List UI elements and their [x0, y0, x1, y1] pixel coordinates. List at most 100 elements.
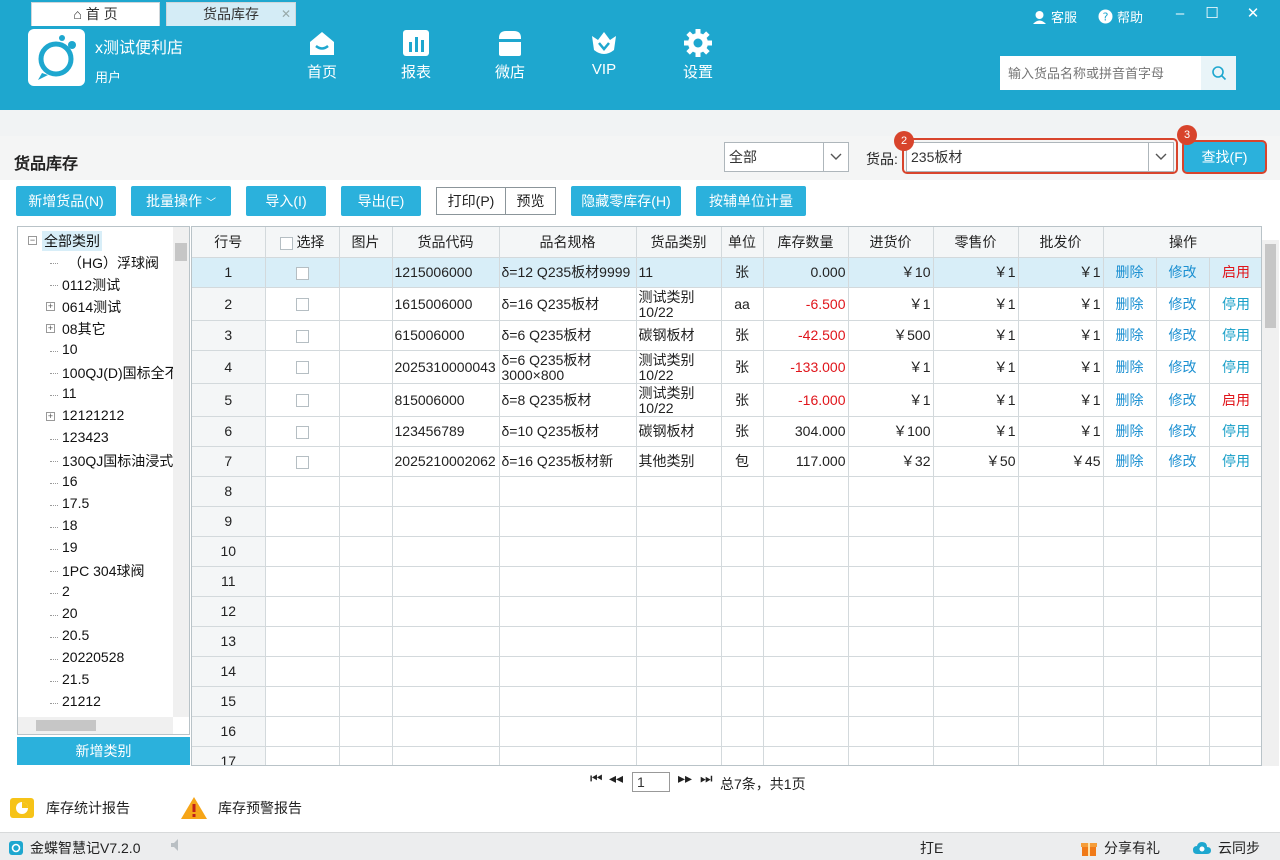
goods-search-input[interactable]: [1000, 56, 1201, 90]
row-checkbox[interactable]: [295, 361, 309, 375]
aux-unit-button[interactable]: 按辅单位计量: [696, 186, 806, 216]
find-button[interactable]: 查找(F): [1182, 140, 1267, 174]
tree-item[interactable]: 10: [62, 341, 78, 357]
toggle-status-link[interactable]: 停用: [1209, 320, 1261, 351]
maximize-button[interactable]: ☐: [1202, 4, 1222, 24]
select-cell[interactable]: [265, 257, 340, 288]
tree-item[interactable]: 130QJ国标油浸式: [62, 451, 173, 471]
tree-item[interactable]: 20.5: [62, 627, 89, 643]
tree-item[interactable]: （HG）浮球阀: [68, 253, 159, 273]
tree-item[interactable]: 0614测试: [62, 297, 121, 317]
tree-item[interactable]: 100QJ(D)国标全不: [62, 363, 179, 383]
cloud-sync-button[interactable]: 云同步: [1192, 838, 1260, 858]
toggle-status-link[interactable]: 停用: [1209, 287, 1261, 321]
nav-vip[interactable]: VIP: [574, 28, 634, 78]
select-cell[interactable]: [265, 287, 340, 321]
select-cell[interactable]: [265, 446, 340, 477]
col-header[interactable]: 零售价: [933, 227, 1019, 258]
preview-button[interactable]: 预览: [505, 187, 556, 215]
toggle-status-link[interactable]: 停用: [1209, 446, 1261, 477]
col-header[interactable]: 货品类别: [636, 227, 722, 258]
stock-stats-report-link[interactable]: 库存统计报告: [8, 796, 130, 820]
tree-item[interactable]: 19: [62, 539, 78, 555]
edit-link[interactable]: 修改: [1156, 416, 1210, 447]
tab-close-icon[interactable]: ✕: [281, 3, 291, 25]
table-row[interactable]: 7 2025210002062 δ=16 Q235板材新 其他类别包 117.000 ￥3…: [192, 446, 1261, 477]
delete-link[interactable]: 删除: [1103, 416, 1157, 447]
add-goods-button[interactable]: 新增货品(N): [16, 186, 116, 216]
row-checkbox[interactable]: [295, 266, 309, 280]
row-checkbox[interactable]: [295, 329, 309, 343]
col-header[interactable]: 单位: [721, 227, 764, 258]
table-row[interactable]: 1 1215006000 δ=12 Q235板材9999 11 张 0.000 ￥10 ￥1 ￥…: [192, 257, 1261, 288]
tab-inventory[interactable]: 货品库存 ✕: [166, 2, 296, 26]
select-cell[interactable]: [265, 383, 340, 417]
next-page-icon[interactable]: ▸▸: [678, 770, 692, 787]
table-row[interactable]: 3 615006000 δ=6 Q235板材 碳钢板材张 -42.500 ￥500 ￥1 ￥1…: [192, 320, 1261, 351]
delete-link[interactable]: 删除: [1103, 446, 1157, 477]
nav-reports[interactable]: 报表: [386, 28, 446, 82]
tree-root[interactable]: 全部类别: [42, 231, 102, 251]
select-cell[interactable]: [265, 416, 340, 447]
import-button[interactable]: 导入(I): [246, 186, 326, 216]
tree-item[interactable]: 16: [62, 473, 78, 489]
tree-item[interactable]: 20220528: [62, 649, 124, 665]
table-row[interactable]: 6 123456789 δ=10 Q235板材 碳钢板材张 304.000 ￥100 ￥1 ￥…: [192, 416, 1261, 447]
prev-page-icon[interactable]: ◂◂: [609, 770, 623, 787]
minimize-button[interactable]: –: [1170, 4, 1190, 24]
select-cell[interactable]: [265, 350, 340, 384]
select-all-checkbox[interactable]: [279, 236, 293, 250]
tree-item[interactable]: 11: [62, 385, 77, 401]
page-number-input[interactable]: 1: [632, 772, 670, 792]
scroll-thumb[interactable]: [175, 243, 187, 261]
speaker-icon[interactable]: [170, 838, 184, 852]
nav-settings[interactable]: 设置: [668, 28, 728, 82]
tree-item[interactable]: 21.5: [62, 671, 89, 687]
tree-item[interactable]: 12121212: [62, 407, 124, 423]
tree-horizontal-scrollbar[interactable]: [18, 717, 173, 734]
category-filter-select[interactable]: 全部: [724, 142, 849, 172]
tree-item[interactable]: 1PC 304球阀: [62, 561, 144, 581]
edit-link[interactable]: 修改: [1156, 257, 1210, 288]
last-page-icon[interactable]: ⏭: [700, 770, 713, 787]
table-row[interactable]: 2 1615006000 δ=16 Q235板材 测试类别10/22 aa -6.500 ￥…: [192, 287, 1261, 321]
export-button[interactable]: 导出(E): [341, 186, 421, 216]
row-checkbox[interactable]: [295, 425, 309, 439]
delete-link[interactable]: 删除: [1103, 257, 1157, 288]
tree-item[interactable]: 08其它: [62, 319, 106, 339]
expand-icon[interactable]: +: [46, 302, 55, 311]
tree-item[interactable]: 17.5: [62, 495, 89, 511]
row-checkbox[interactable]: [295, 298, 309, 312]
scroll-thumb[interactable]: [36, 720, 96, 731]
delete-link[interactable]: 删除: [1103, 383, 1157, 417]
toggle-status-link[interactable]: 停用: [1209, 350, 1261, 384]
tree-item[interactable]: 123423: [62, 429, 109, 445]
col-header[interactable]: 库存数量: [763, 227, 849, 258]
table-row[interactable]: 5 815006000 δ=8 Q235板材 测试类别10/22 张 -16.000 ￥1 ￥…: [192, 383, 1261, 417]
collapse-icon[interactable]: −: [28, 236, 37, 245]
search-button[interactable]: [1201, 56, 1236, 90]
share-gift-button[interactable]: 分享有礼: [1080, 838, 1160, 858]
delete-link[interactable]: 删除: [1103, 287, 1157, 321]
tree-item[interactable]: 18: [62, 517, 78, 533]
edit-link[interactable]: 修改: [1156, 350, 1210, 384]
delete-link[interactable]: 删除: [1103, 350, 1157, 384]
first-page-icon[interactable]: ⏮: [590, 770, 603, 787]
edit-link[interactable]: 修改: [1156, 287, 1210, 321]
tab-home[interactable]: ⌂ 首 页: [31, 2, 160, 26]
stock-warning-report-link[interactable]: 库存预警报告: [180, 796, 302, 820]
help-link[interactable]: ? 帮助: [1098, 7, 1143, 26]
tree-item[interactable]: 20: [62, 605, 78, 621]
toggle-status-link[interactable]: 启用: [1209, 383, 1261, 417]
hide-zero-stock-button[interactable]: 隐藏零库存(H): [571, 186, 681, 216]
col-header[interactable]: 品名规格: [499, 227, 637, 258]
edit-link[interactable]: 修改: [1156, 383, 1210, 417]
toggle-status-link[interactable]: 停用: [1209, 416, 1261, 447]
toggle-status-link[interactable]: 启用: [1209, 257, 1261, 288]
delete-link[interactable]: 删除: [1103, 320, 1157, 351]
row-checkbox[interactable]: [295, 455, 309, 469]
close-window-button[interactable]: ✕: [1243, 4, 1263, 24]
col-header[interactable]: 货品代码: [392, 227, 500, 258]
scroll-thumb[interactable]: [1265, 244, 1276, 328]
edit-link[interactable]: 修改: [1156, 320, 1210, 351]
